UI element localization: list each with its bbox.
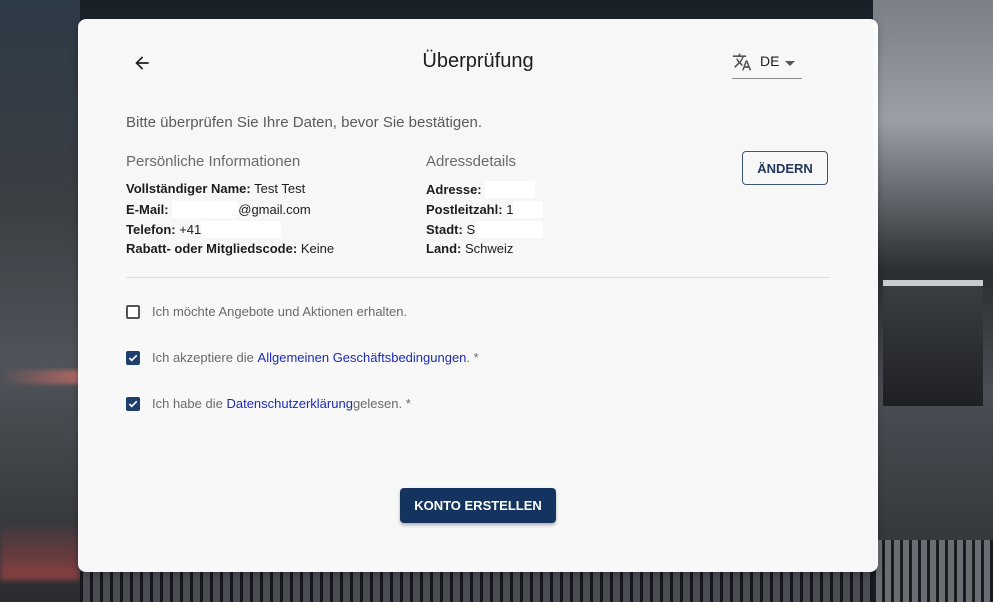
country-row: Land: Schweiz: [426, 241, 513, 256]
review-card: Überprüfung DE Bitte überprüfen Sie Ihre…: [78, 19, 878, 572]
checkmark-icon: [128, 400, 138, 408]
privacy-checkbox[interactable]: [126, 396, 140, 411]
name-label: Vollständiger Name:: [126, 181, 251, 196]
create-account-button[interactable]: KONTO ERSTELLEN: [400, 488, 556, 523]
background-photo-left: [0, 0, 80, 602]
email-label: E-Mail:: [126, 202, 169, 217]
light-streak: [0, 370, 80, 384]
zip-row: Postleitzahl: 1: [426, 201, 544, 218]
light-streak: [0, 520, 80, 580]
offers-checkbox[interactable]: [126, 304, 140, 319]
privacy-consent-suffix: gelesen. *: [352, 396, 411, 411]
terms-checkbox[interactable]: [126, 350, 140, 365]
railing: [873, 540, 993, 602]
language-code: DE: [760, 53, 780, 69]
personal-info-heading: Persönliche Informationen: [126, 153, 301, 170]
code-row: Rabatt- oder Mitgliedscode: Keine: [126, 241, 334, 256]
terms-consent: Ich akzeptiere die Allgemeinen Geschäfts…: [126, 350, 479, 365]
phone-value: +41: [179, 222, 202, 237]
phone-row: Telefon: +41: [126, 221, 282, 238]
zip-label: Postleitzahl:: [426, 202, 503, 217]
privacy-consent-prefix: Ich habe die: [152, 396, 223, 411]
divider: [126, 277, 830, 278]
terms-consent-prefix: Ich akzeptiere die: [152, 350, 254, 365]
terms-consent-suffix: . *: [466, 350, 479, 365]
translate-icon: [732, 53, 752, 71]
change-button[interactable]: ÄNDERN: [742, 151, 828, 185]
offers-consent: Ich möchte Angebote und Aktionen erhalte…: [126, 304, 407, 319]
chevron-down-icon: [785, 61, 795, 66]
address-label: Adresse:: [426, 182, 482, 197]
terms-link[interactable]: Allgemeinen Geschäftsbedingungen: [258, 350, 467, 365]
intro-text: Bitte überprüfen Sie Ihre Daten, bevor S…: [126, 114, 483, 131]
email-value: @gmail.com: [238, 202, 311, 217]
name-value: Test Test: [254, 181, 306, 196]
phone-label: Telefon:: [126, 222, 176, 237]
background-railing: [80, 572, 873, 602]
code-label: Rabatt- oder Mitgliedscode:: [126, 241, 298, 256]
city-row: Stadt: S: [426, 221, 544, 238]
privacy-consent: Ich habe die Datenschutzerklärung gelese…: [126, 396, 411, 411]
zip-value: 1: [506, 202, 514, 217]
address-row: Adresse:: [426, 181, 536, 198]
language-selector[interactable]: DE: [732, 49, 802, 79]
redacted-block: [485, 181, 536, 198]
redacted-block: [475, 221, 544, 238]
checkmark-icon: [128, 354, 138, 362]
city-label: Stadt:: [426, 222, 463, 237]
redacted-block: [513, 201, 544, 218]
shop-front: [883, 280, 983, 406]
redacted-block: [172, 201, 239, 218]
address-heading: Adressdetails: [426, 153, 517, 170]
city-value: S: [466, 222, 476, 237]
country-label: Land:: [426, 241, 462, 256]
background-photo-right: [873, 0, 993, 602]
code-value: Keine: [300, 241, 335, 256]
privacy-link[interactable]: Datenschutzerklärung: [226, 396, 352, 411]
country-value: Schweiz: [465, 241, 514, 256]
redacted-block: [201, 221, 282, 238]
name-row: Vollständiger Name: Test Test: [126, 181, 305, 196]
offers-consent-text: Ich möchte Angebote und Aktionen erhalte…: [152, 304, 408, 319]
email-row: E-Mail: @gmail.com: [126, 201, 311, 218]
